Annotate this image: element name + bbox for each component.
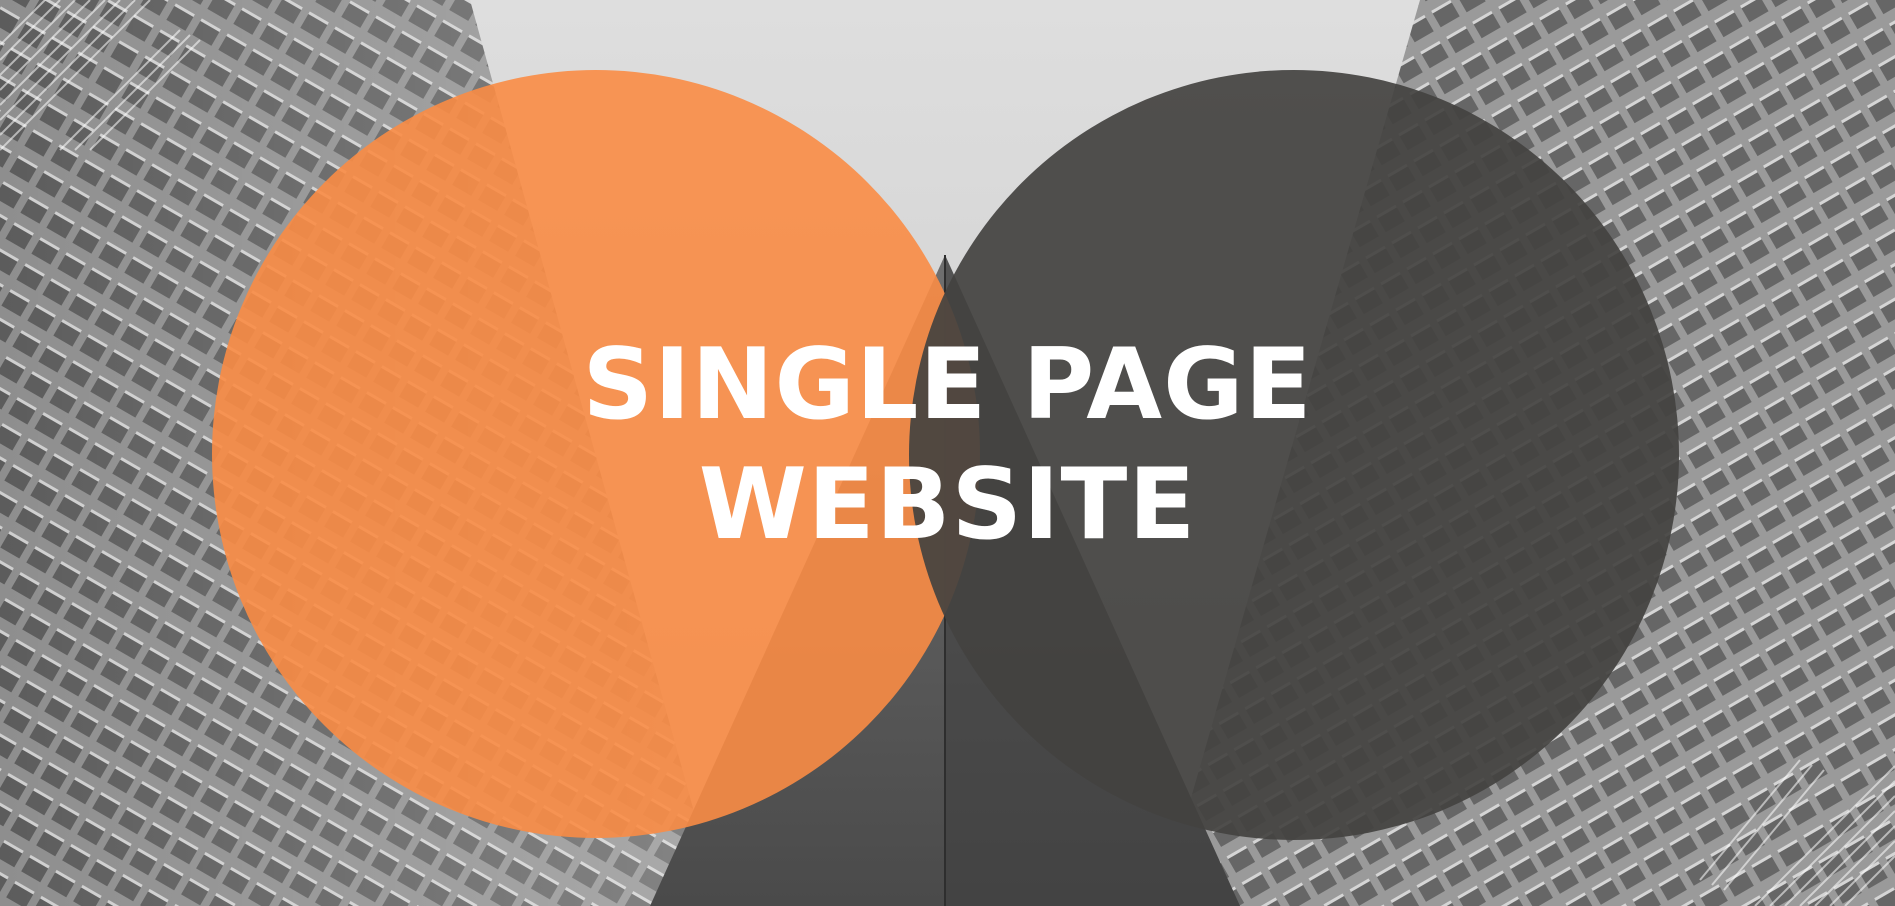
hero-title-line-1: SINGLE PAGE [582,328,1313,442]
hero-title-line-2: WEBSITE [698,448,1197,562]
hero-banner: SINGLE PAGE WEBSITE [0,0,1895,906]
hero-title: SINGLE PAGE WEBSITE [0,325,1895,565]
